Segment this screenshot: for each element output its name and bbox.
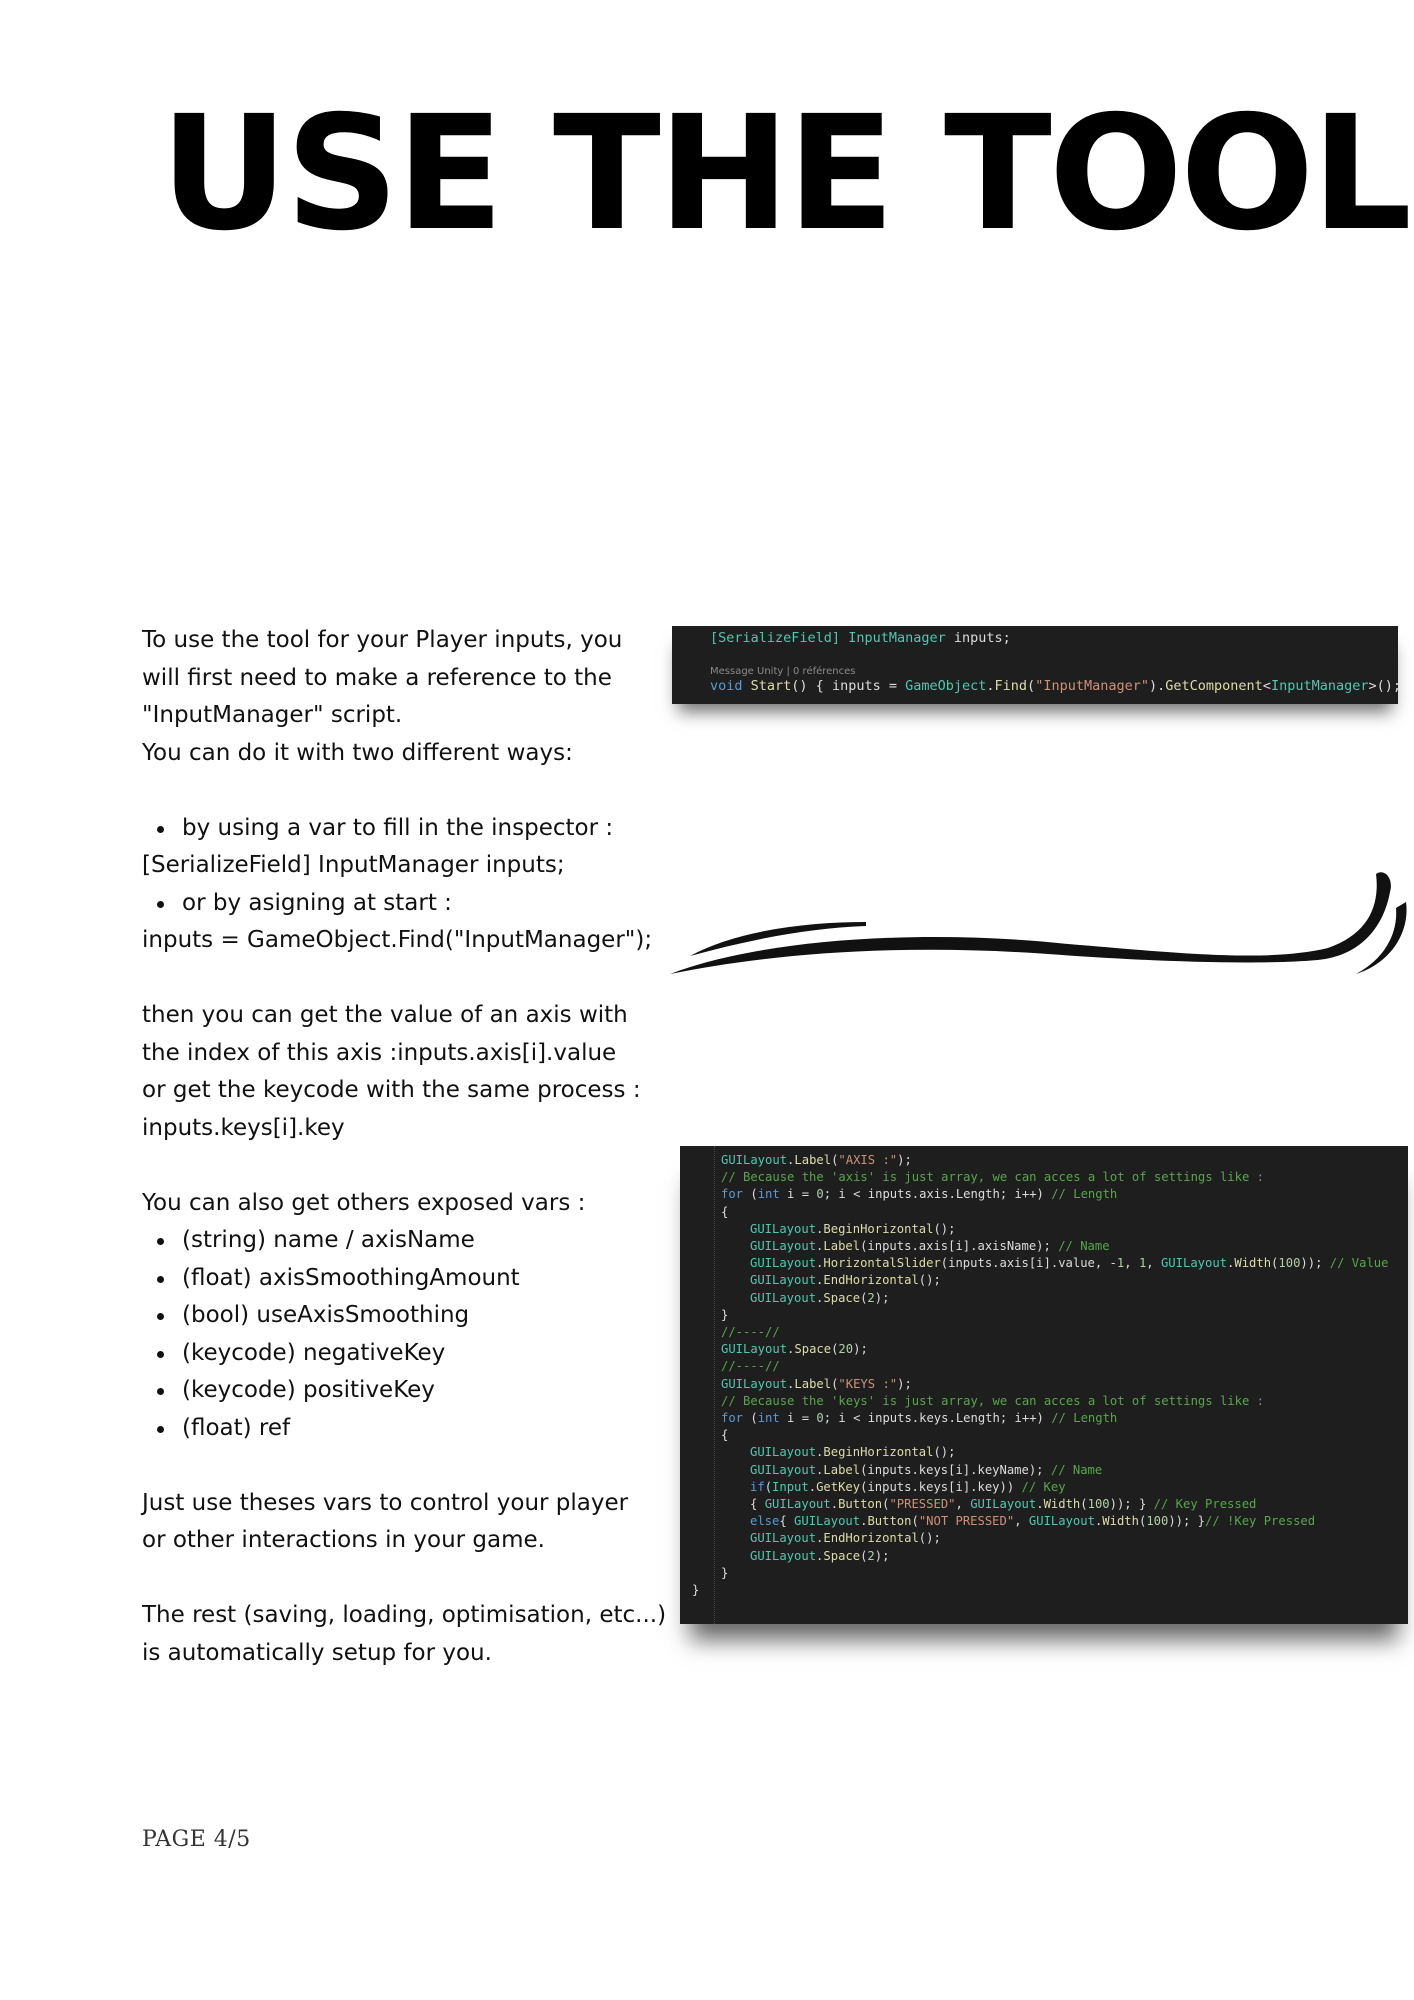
exposed-var-item: (bool) useAxisSmoothing — [142, 1297, 682, 1335]
code-line: { — [721, 1204, 729, 1219]
exposed-var-item: (keycode) negativeKey — [142, 1335, 682, 1373]
code-line: { — [721, 1428, 729, 1443]
option-code-find: inputs = GameObject.Find("InputManager")… — [142, 927, 653, 953]
code-line: GUILayout.EndHorizontal(); — [750, 1531, 941, 1546]
code-line: } — [721, 1307, 729, 1322]
indent-guide — [714, 1146, 715, 1624]
code-line: // Because the 'keys' is just array, we … — [721, 1393, 1264, 1408]
usage-line: inputs.keys[i].key — [142, 1114, 345, 1141]
option-code-serialize: [SerializeField] InputManager inputs; — [142, 852, 565, 878]
code-line: GUILayout.Label(inputs.keys[i].keyName);… — [750, 1462, 1103, 1477]
code-line: GUILayout.Space(20); — [721, 1342, 868, 1357]
code-line: } — [721, 1565, 729, 1580]
code-line: GUILayout.BeginHorizontal(); — [750, 1445, 956, 1460]
intro-line: will first need to make a reference to t… — [142, 664, 612, 691]
code-line: for (int i = 0; i < inputs.axis.Length; … — [721, 1187, 1118, 1202]
decorative-swoosh — [670, 872, 1407, 974]
code-line: GUILayout.Space(2); — [750, 1548, 890, 1563]
code-line: GUILayout.BeginHorizontal(); — [750, 1221, 956, 1236]
exposed-var-item: (float) ref — [142, 1410, 682, 1448]
exposed-var-item: (float) axisSmoothingAmount — [142, 1260, 682, 1298]
page-title: USE THE TOOL — [160, 82, 1412, 266]
option-item-inspector: by using a var to fill in the inspector … — [142, 810, 682, 848]
code-line: [SerializeField] InputManager inputs; — [710, 630, 1011, 646]
code-line: { GUILayout.Button("PRESSED", GUILayout.… — [750, 1497, 1257, 1511]
code-line: GUILayout.Label(inputs.axis[i].axisName)… — [750, 1239, 1110, 1253]
usage-line: the index of this axis :inputs.axis[i].v… — [142, 1039, 617, 1066]
code-line: void Start() { inputs = GameObject.Find(… — [710, 678, 1398, 694]
code-line: GUILayout.HorizontalSlider(inputs.axis[i… — [750, 1256, 1389, 1271]
option-list-2: or by asigning at start : — [142, 885, 682, 923]
exposed-var-item: (keycode) positiveKey — [142, 1372, 682, 1410]
code-line: //----// — [721, 1325, 780, 1339]
code-line: if(Input.GetKey(inputs.keys[i].key)) // … — [750, 1479, 1066, 1494]
body-text: To use the tool for your Player inputs, … — [142, 622, 682, 1672]
code-line: for (int i = 0; i < inputs.keys.Length; … — [721, 1411, 1118, 1425]
codelens-hint: Message Unity | 0 références — [710, 666, 856, 677]
exposed-vars-list: (string) name / axisName (float) axisSmo… — [142, 1222, 682, 1447]
usage-line: or get the keycode with the same process… — [142, 1077, 641, 1103]
option-item-start: or by asigning at start : — [142, 885, 682, 923]
control-line: or other interactions in your game. — [142, 1527, 545, 1553]
rest-line: The rest (saving, loading, optimisation,… — [142, 1602, 667, 1628]
intro-line: You can do it with two different ways: — [142, 739, 573, 766]
code-screenshot-gui: GUILayout.Label("AXIS :"); // Because the… — [680, 1146, 1408, 1624]
intro-line: "InputManager" script. — [142, 702, 403, 728]
option-list-1: by using a var to fill in the inspector … — [142, 810, 682, 848]
control-line: Just use theses vars to control your pla… — [142, 1489, 629, 1516]
code-line: GUILayout.Space(2); — [750, 1290, 890, 1305]
code-line: } — [692, 1583, 700, 1597]
code-line: GUILayout.Label("AXIS :"); — [721, 1153, 912, 1167]
code-line: // Because the 'axis' is just array, we … — [721, 1170, 1264, 1185]
code-line: //----// — [721, 1359, 780, 1374]
usage-line: then you can get the value of an axis wi… — [142, 1002, 628, 1028]
exposed-var-item: (string) name / axisName — [142, 1222, 682, 1260]
rest-line: is automatically setup for you. — [142, 1639, 492, 1666]
page-number: PAGE 4/5 — [142, 1827, 251, 1852]
code-screenshot-reference: [SerializeField] InputManager inputs; Me… — [672, 626, 1398, 704]
intro-line: To use the tool for your Player inputs, … — [142, 627, 623, 653]
code-line: GUILayout.Label("KEYS :"); — [721, 1376, 912, 1391]
code-line: else{ GUILayout.Button("NOT PRESSED", GU… — [750, 1514, 1316, 1529]
code-line: GUILayout.EndHorizontal(); — [750, 1273, 941, 1288]
exposed-vars-intro: You can also get others exposed vars : — [142, 1189, 586, 1216]
